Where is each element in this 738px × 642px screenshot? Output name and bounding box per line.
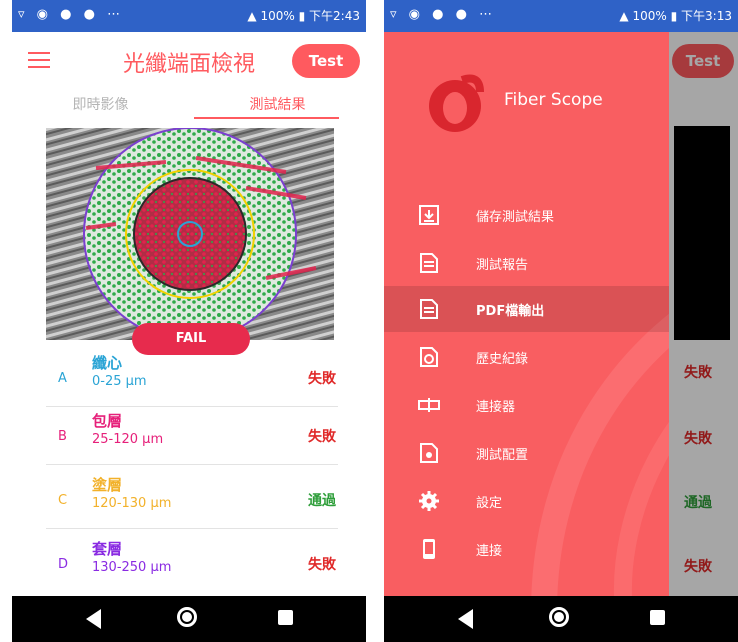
menu-item-pdf-export[interactable]: PDF檔輸出 <box>384 286 669 332</box>
navigation-drawer: Fiber Scope 儲存測試結果 測試報告 PDF檔輸出 歷史紀錄 連接器 … <box>384 32 669 596</box>
status-icons: ▿ ◉ ● ● ⋯ <box>390 7 497 22</box>
test-config-icon <box>420 443 438 463</box>
menu-item-connect[interactable]: 連接 <box>384 526 669 572</box>
test-button[interactable]: Test <box>292 44 360 78</box>
home-icon[interactable] <box>549 607 569 627</box>
row-range: 0-25 μm <box>92 374 147 389</box>
endface-svg <box>46 128 334 340</box>
row-letter: A <box>58 371 67 386</box>
menu-label: 儲存測試結果 <box>476 210 555 225</box>
menu-label: PDF檔輸出 <box>476 304 545 319</box>
row-range: 120-130 μm <box>92 496 172 511</box>
status-icons: ▿ ◉ ● ● ⋯ <box>18 7 125 22</box>
menu-item-test-config[interactable]: 測試配置 <box>384 430 669 476</box>
app-bar: 光纖端面檢視 Test <box>12 32 366 90</box>
row-status: 失敗 <box>308 429 336 445</box>
battery-icon: ▮ <box>298 9 306 23</box>
android-nav-bar <box>12 596 366 642</box>
phone-screen-results: ▿ ◉ ● ● ⋯ ▲ 100% ▮ 下午2:43 光纖端面檢視 Test 即時… <box>12 0 366 642</box>
status-bar: ▿ ◉ ● ● ⋯ ▲ 100% ▮ 下午2:43 <box>12 0 366 32</box>
home-icon[interactable] <box>177 607 197 627</box>
android-nav-bar <box>384 596 738 642</box>
menu-label: 測試配置 <box>476 448 529 463</box>
history-icon <box>420 347 438 367</box>
recent-apps-icon[interactable] <box>650 610 665 625</box>
row-range: 130-250 μm <box>92 560 172 575</box>
save-icon <box>419 205 439 225</box>
row-name: 包層 <box>92 412 123 430</box>
report-icon <box>420 253 438 273</box>
status-time: 下午2:43 <box>309 9 360 23</box>
connector-icon <box>418 398 440 412</box>
menu-label: 測試報告 <box>476 258 529 273</box>
status-right: ▲ 100% ▮ 下午3:13 <box>619 7 732 24</box>
menu-item-connector[interactable]: 連接器 <box>384 382 669 428</box>
battery-icon: ▮ <box>670 9 678 23</box>
row-status: 失敗 <box>308 371 336 387</box>
row-name: 套層 <box>92 540 123 558</box>
signal-icon: ▲ <box>619 9 633 23</box>
menu-label: 設定 <box>476 496 503 511</box>
row-range: 25-120 μm <box>92 432 164 447</box>
result-row-jacket[interactable]: D 套層 130-250 μm 失敗 <box>46 534 338 592</box>
row-name: 塗層 <box>92 476 123 494</box>
tab-bar: 即時影像 測試結果 <box>12 90 366 120</box>
menu-item-history[interactable]: 歷史紀錄 <box>384 334 669 380</box>
battery-level: 100% <box>260 9 295 23</box>
device-connect-icon <box>423 539 435 559</box>
tab-test-results[interactable]: 測試結果 <box>189 94 366 114</box>
result-row-cladding[interactable]: B 包層 25-120 μm 失敗 <box>46 406 338 465</box>
status-time: 下午3:13 <box>681 9 732 23</box>
row-letter: B <box>58 429 67 444</box>
row-status: 失敗 <box>308 557 336 573</box>
battery-level: 100% <box>632 9 667 23</box>
recent-apps-icon[interactable] <box>278 610 293 625</box>
menu-label: 連接器 <box>476 400 516 415</box>
row-letter: C <box>58 493 68 508</box>
menu-item-settings[interactable]: 設定 <box>384 478 669 524</box>
menu-item-test-report[interactable]: 測試報告 <box>384 240 669 286</box>
row-status: 通過 <box>308 493 336 509</box>
pdf-export-icon <box>420 299 438 319</box>
menu-label: 歷史紀錄 <box>476 352 529 367</box>
menu-item-save-results[interactable]: 儲存測試結果 <box>384 192 669 238</box>
back-icon[interactable] <box>86 609 101 629</box>
brand-name: Fiber Scope <box>504 90 603 110</box>
drawer-scrim[interactable] <box>669 32 738 596</box>
back-icon[interactable] <box>458 609 473 629</box>
status-right: ▲ 100% ▮ 下午2:43 <box>247 7 360 24</box>
tab-live-view[interactable]: 即時影像 <box>12 94 189 114</box>
menu-label: 連接 <box>476 544 503 559</box>
row-name: 纖心 <box>92 354 123 372</box>
phone-screen-drawer: ▿ ◉ ● ● ⋯ ▲ 100% ▮ 下午3:13 Test 失敗 失敗 通過 … <box>384 0 738 642</box>
fiber-endface-image <box>46 128 334 340</box>
row-letter: D <box>58 557 69 572</box>
tab-indicator <box>194 117 339 119</box>
result-row-core[interactable]: A 纖心 0-25 μm 失敗 <box>46 348 338 407</box>
result-row-coating[interactable]: C 塗層 120-130 μm 通過 <box>46 470 338 529</box>
fiber-scope-logo-icon <box>429 74 484 132</box>
settings-gear-icon <box>419 491 439 511</box>
signal-icon: ▲ <box>247 9 261 23</box>
status-bar: ▿ ◉ ● ● ⋯ ▲ 100% ▮ 下午3:13 <box>384 0 738 32</box>
